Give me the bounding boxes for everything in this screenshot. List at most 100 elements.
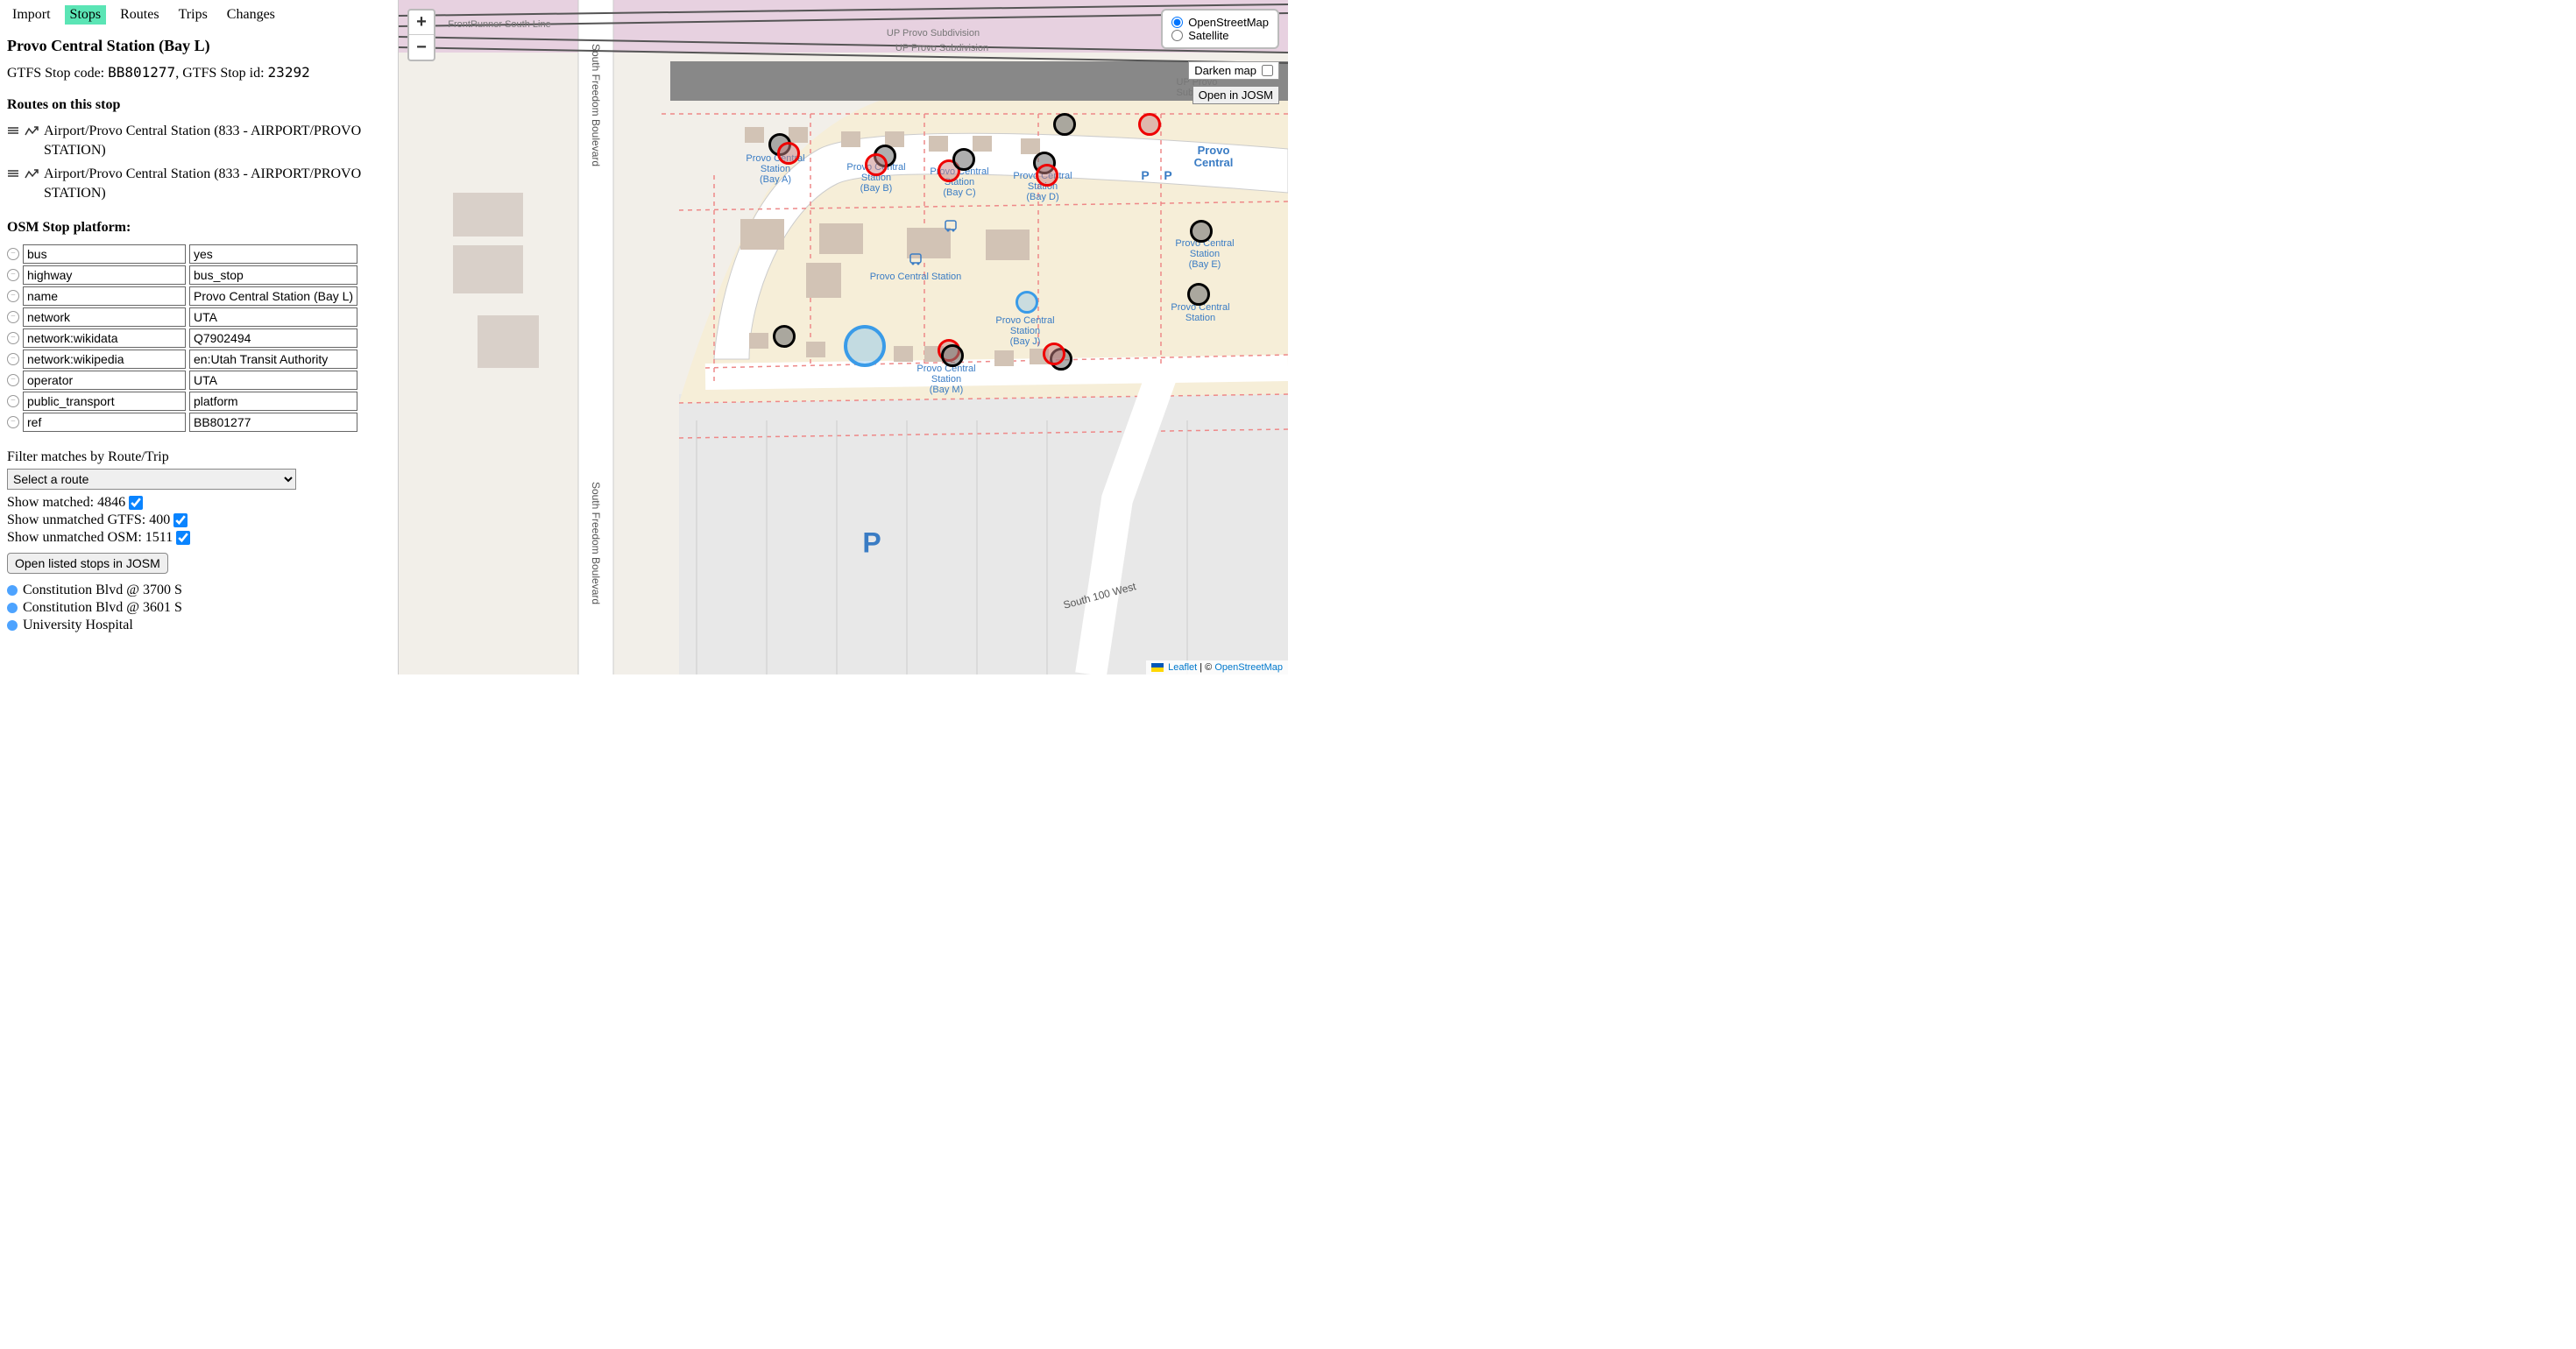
route-arrow-icon [25,166,39,186]
remove-tag-button[interactable]: − [7,374,19,386]
remove-tag-button[interactable]: − [7,353,19,365]
layer-sat-radio[interactable] [1171,30,1183,41]
map-marker-selected[interactable] [844,325,886,367]
tag-value-input[interactable] [189,244,357,264]
map-attribution: Leaflet | © OpenStreetMap [1146,660,1288,674]
tag-value-input[interactable] [189,350,357,369]
map-marker-red[interactable] [1043,343,1065,365]
layer-osm[interactable]: OpenStreetMap [1171,16,1269,29]
unmatched-gtfs-checkbox[interactable] [173,513,188,527]
tag-key-input[interactable] [23,413,186,432]
layer-osm-radio[interactable] [1171,17,1183,28]
map-marker-red[interactable] [865,153,888,176]
map-marker-black[interactable] [1187,283,1210,306]
stop-item-label: Constitution Blvd @ 3700 S [23,583,182,598]
gtfs-code: BB801277 [108,64,175,81]
route-label: Airport/Provo Central Station (833 - AIR… [44,165,391,204]
parking-icon: P [1164,168,1171,182]
map-base [399,0,1288,674]
stop-dot-icon [7,585,18,596]
tag-key-input[interactable] [23,371,186,390]
tag-row: − [7,286,391,306]
route-select[interactable]: Select a route [7,469,296,490]
tab-stops[interactable]: Stops [65,5,107,25]
stop-dot-icon [7,620,18,631]
remove-tag-button[interactable]: − [7,395,19,407]
remove-tag-button[interactable]: − [7,311,19,323]
leaflet-link[interactable]: Leaflet [1168,662,1197,673]
parking-icon-large: P [862,527,881,560]
filter-section: Filter matches by Route/Trip Select a ro… [7,449,391,633]
tab-import[interactable]: Import [7,5,56,25]
gtfs-info: GTFS Stop code: BB801277, GTFS Stop id: … [7,64,391,81]
map-marker-black[interactable] [1190,220,1213,243]
rail-label-up1: UP Provo Subdivision [887,28,980,39]
tag-key-input[interactable] [23,307,186,327]
open-in-josm-button[interactable]: Open in JOSM [1192,86,1279,104]
matched-checkbox[interactable] [129,496,143,510]
map-marker-black[interactable] [1053,113,1076,136]
layer-satellite[interactable]: Satellite [1171,29,1269,42]
list-item[interactable]: Constitution Blvd @ 3601 S [7,600,391,616]
remove-tag-button[interactable]: − [7,248,19,260]
tag-key-input[interactable] [23,265,186,285]
tag-key-input[interactable] [23,350,186,369]
map[interactable]: FrontRunner South Line UP Provo Subdivis… [399,0,1288,674]
tag-value-input[interactable] [189,307,357,327]
tag-value-input[interactable] [189,413,357,432]
tab-trips[interactable]: Trips [173,5,213,25]
routes-list: Airport/Provo Central Station (833 - AIR… [7,122,391,204]
osm-link[interactable]: OpenStreetMap [1214,662,1283,673]
unmatched-gtfs-count: 400 [149,512,170,528]
tag-value-input[interactable] [189,392,357,411]
open-josm-button[interactable]: Open listed stops in JOSM [7,553,168,574]
map-marker-black[interactable] [773,325,796,348]
map-marker-blue[interactable] [1016,291,1038,314]
gtfs-id-label: GTFS Stop id: [182,66,264,81]
remove-tag-button[interactable]: − [7,290,19,302]
stop-item-label: University Hospital [23,618,133,633]
tag-key-input[interactable] [23,286,186,306]
matched-label: Show matched: [7,495,94,511]
layer-osm-label: OpenStreetMap [1188,16,1269,29]
tag-value-input[interactable] [189,265,357,285]
tag-row: − [7,413,391,432]
map-marker-black[interactable] [952,148,975,171]
tag-key-input[interactable] [23,328,186,348]
list-item[interactable]: Constitution Blvd @ 3700 S [7,583,391,598]
bus-icon [909,252,923,266]
unmatched-osm-checkbox[interactable] [176,531,190,545]
tag-key-input[interactable] [23,244,186,264]
remove-tag-button[interactable]: − [7,416,19,428]
route-item[interactable]: Airport/Provo Central Station (833 - AIR… [7,122,391,161]
gtfs-id: 23292 [268,64,310,81]
remove-tag-button[interactable]: − [7,269,19,281]
zoom-out-button[interactable]: − [409,35,434,60]
stop-item-label: Constitution Blvd @ 3601 S [23,600,182,616]
list-item[interactable]: University Hospital [7,618,391,633]
nav-tabs: Import Stops Routes Trips Changes [7,5,391,25]
map-marker-black[interactable] [941,344,964,367]
tag-value-input[interactable] [189,371,357,390]
map-marker-red[interactable] [1138,113,1161,136]
tab-changes[interactable]: Changes [222,5,280,25]
map-marker-red[interactable] [1036,164,1058,187]
routes-heading: Routes on this stop [7,97,391,113]
tag-value-input[interactable] [189,286,357,306]
tag-row: − [7,350,391,369]
darken-checkbox[interactable] [1262,65,1273,76]
parking-icon: P [1141,168,1149,182]
sidebar: Import Stops Routes Trips Changes Provo … [0,0,399,674]
rail-label-frontrunner: FrontRunner South Line [448,19,550,30]
map-marker-red[interactable] [777,142,800,165]
remove-tag-button[interactable]: − [7,332,19,344]
route-item[interactable]: Airport/Provo Central Station (833 - AIR… [7,165,391,204]
zoom-in-button[interactable]: + [409,11,434,35]
route-icon [7,166,19,186]
tags-table: − − − − − − − − − [7,244,391,432]
tag-row: − [7,371,391,390]
tag-key-input[interactable] [23,392,186,411]
tag-value-input[interactable] [189,328,357,348]
tab-routes[interactable]: Routes [115,5,164,25]
matched-count: 4846 [97,495,125,511]
